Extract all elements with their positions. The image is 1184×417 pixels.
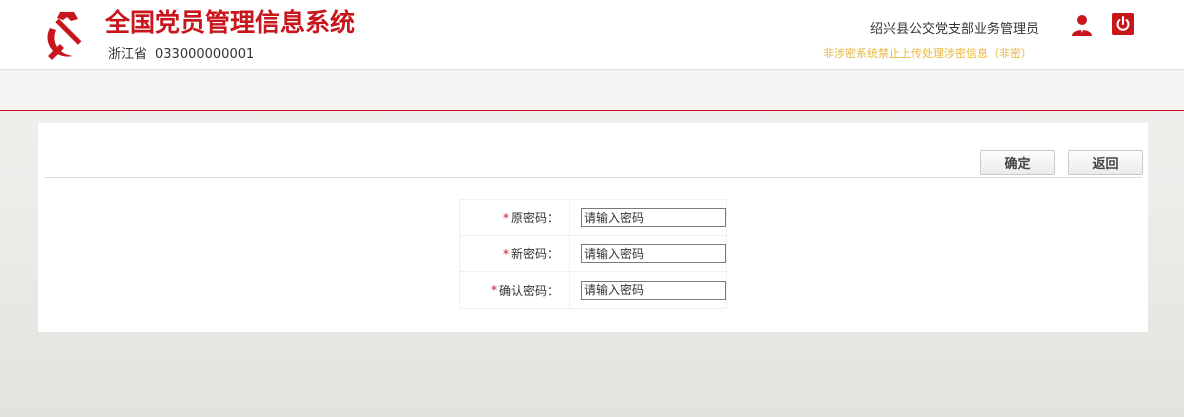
old-password-label: * 原密码： bbox=[460, 200, 570, 235]
old-password-cell bbox=[570, 200, 726, 235]
system-title: 全国党员管理信息系统 bbox=[105, 8, 356, 37]
province-label: 浙江省 bbox=[108, 47, 148, 62]
new-password-cell bbox=[570, 236, 726, 271]
new-password-label: * 新密码： bbox=[460, 236, 570, 271]
form-row-confirm-password: * 确认密码： bbox=[460, 272, 726, 308]
form-row-new-password: * 新密码： bbox=[460, 236, 726, 272]
new-password-label-text: 新密码： bbox=[510, 247, 559, 261]
nav-bar bbox=[0, 71, 1184, 111]
logout-button[interactable] bbox=[1112, 13, 1134, 35]
confirm-password-cell bbox=[570, 272, 726, 308]
confirm-password-label: * 确认密码： bbox=[460, 272, 570, 308]
required-mark: * bbox=[502, 246, 509, 261]
confirm-password-input[interactable] bbox=[581, 280, 726, 300]
form-row-old-password: * 原密码： bbox=[460, 200, 726, 236]
back-button[interactable]: 返回 bbox=[1068, 150, 1143, 175]
power-icon bbox=[1116, 16, 1130, 31]
old-password-label-text: 原密码： bbox=[510, 211, 559, 225]
required-mark: * bbox=[502, 210, 509, 225]
secret-notice: 非涉密系统禁止上传处理涉密信息（非密） bbox=[823, 47, 1032, 60]
old-password-input[interactable] bbox=[581, 208, 726, 227]
party-emblem-icon bbox=[47, 12, 82, 60]
confirm-password-label-text: 确认密码： bbox=[498, 283, 559, 298]
change-password-panel: 确定 返回 * 原密码： * 新密码： * 确认密码： bbox=[38, 123, 1148, 332]
password-form: * 原密码： * 新密码： * 确认密码： bbox=[459, 199, 727, 309]
org-info: 浙江省 033000000001 bbox=[108, 43, 254, 62]
required-mark: * bbox=[490, 283, 497, 297]
toolbar-divider bbox=[44, 177, 1142, 178]
confirm-button[interactable]: 确定 bbox=[980, 150, 1055, 175]
org-code: 033000000001 bbox=[155, 47, 255, 62]
app-header: 全国党员管理信息系统 浙江省 033000000001 绍兴县公交党支部业务管理员… bbox=[0, 0, 1184, 70]
current-user-name: 绍兴县公交党支部业务管理员 bbox=[870, 22, 1040, 37]
user-icon[interactable] bbox=[1070, 13, 1094, 37]
new-password-input[interactable] bbox=[581, 244, 726, 263]
